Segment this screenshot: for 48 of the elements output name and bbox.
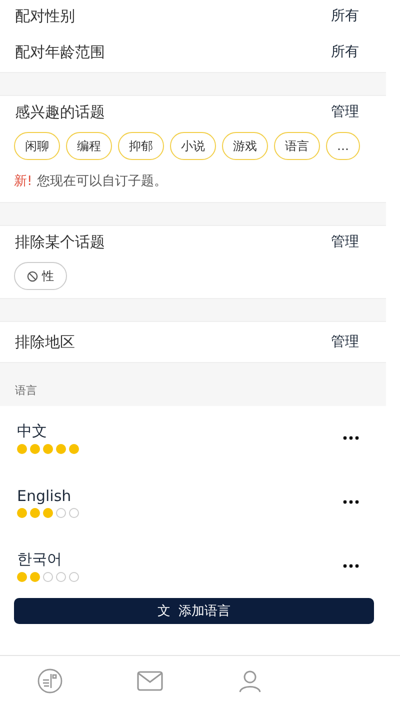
level-dot [69,572,79,582]
section-title: 排除地区 [15,332,75,352]
level-dot [17,508,27,518]
card-icon[interactable] [37,668,63,694]
topic-chip[interactable]: 编程 [66,132,112,160]
topic-chip[interactable]: 抑郁 [118,132,164,160]
section-title: 排除某个话题 [15,232,105,252]
topic-chip[interactable]: 小说 [170,132,216,160]
more-icon[interactable] [343,436,359,440]
note-text: 您现在可以自订子题。 [37,173,168,190]
new-label: 新! [14,173,32,190]
language-name: 中文 [17,422,48,441]
setting-label: 配对年龄范围 [15,42,105,62]
add-language-button[interactable]: 文 添加语言 [14,598,374,624]
more-icon[interactable] [343,564,359,568]
level-dot [56,444,66,454]
person-icon[interactable] [238,669,262,693]
level-dot [56,508,66,518]
block-icon [27,270,38,282]
level-dot [17,444,27,454]
section-title: 感兴趣的话题 [15,102,105,122]
level-dot [43,444,53,454]
level-dot [30,444,40,454]
more-icon[interactable] [343,500,359,504]
language-name: 한국어 [17,550,63,569]
topic-chip[interactable]: 语言 [274,132,320,160]
manage-link[interactable]: 管理 [331,233,359,251]
language-name: English [17,486,72,504]
chip-label: 性 [42,268,54,284]
level-dot [17,572,27,582]
setting-value[interactable]: 所有 [331,7,359,25]
setting-value[interactable]: 所有 [331,43,359,61]
level-dot [30,572,40,582]
level-dot [30,508,40,518]
setting-label: 配对性别 [15,6,75,26]
topic-chip[interactable]: … [326,132,360,160]
level-dot [43,508,53,518]
manage-link[interactable]: 管理 [331,103,359,121]
excluded-chip[interactable]: 性 [14,262,67,290]
topic-chip[interactable]: 闲聊 [14,132,60,160]
topic-chip[interactable]: 游戏 [222,132,268,160]
level-dot [69,508,79,518]
manage-link[interactable]: 管理 [331,333,359,351]
level-dot [69,444,79,454]
level-dot [43,572,53,582]
level-dot [56,572,66,582]
mail-icon[interactable] [137,671,163,691]
section-header: 语言 [15,383,37,398]
